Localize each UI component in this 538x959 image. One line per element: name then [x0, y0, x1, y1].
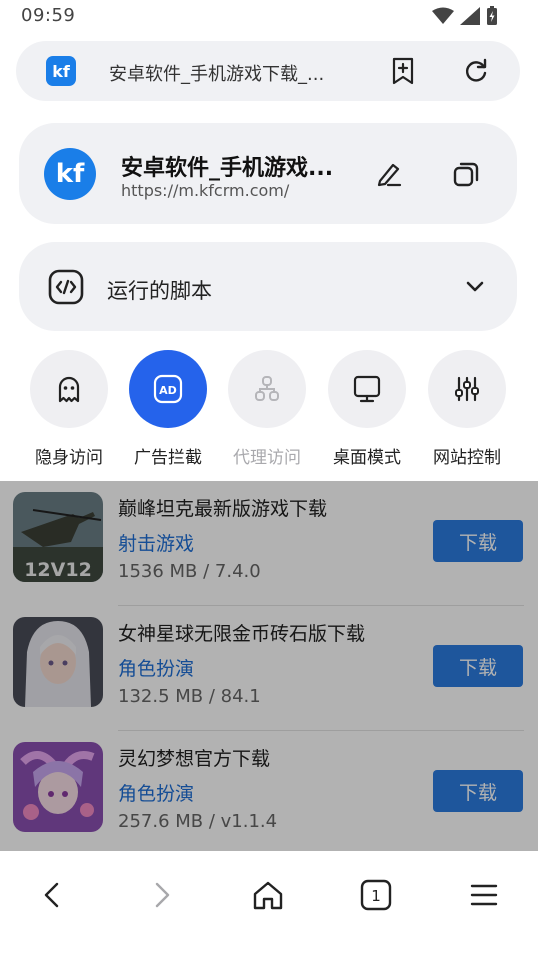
- battery-icon: [487, 6, 497, 25]
- wifi-icon: [432, 7, 454, 24]
- url-text[interactable]: 安卓软件_手机游戏下载_...: [109, 60, 359, 86]
- bottom-nav: 1: [0, 851, 538, 959]
- back-button[interactable]: [33, 875, 73, 915]
- quick-action-label: 网站控制: [433, 448, 501, 468]
- tabs-button[interactable]: 1: [356, 875, 396, 915]
- status-time: 09:59: [21, 5, 76, 26]
- site-logo: kf: [44, 148, 96, 200]
- incognito-button[interactable]: [30, 350, 108, 428]
- desktop-icon: [353, 375, 381, 403]
- site-url: https://m.kfcrm.com/: [121, 181, 290, 200]
- quick-action-label: 隐身访问: [35, 448, 103, 468]
- proxy-icon: [255, 376, 279, 401]
- scripts-label: 运行的脚本: [107, 279, 212, 303]
- site-title: 安卓软件_手机游戏...: [121, 156, 334, 181]
- copy-icon: [453, 162, 479, 187]
- status-icons: [432, 6, 498, 26]
- quick-action-proxy: 代理访问: [217, 350, 317, 468]
- pen-icon: [377, 163, 402, 187]
- quick-action-desktop[interactable]: 桌面模式: [317, 350, 417, 468]
- tabs-icon: 1: [360, 879, 392, 911]
- site-favicon: kf: [46, 56, 76, 86]
- quick-action-label: 广告拦截: [134, 448, 202, 468]
- quick-action-ad-block[interactable]: AD 广告拦截: [118, 350, 218, 468]
- quick-action-incognito[interactable]: 隐身访问: [19, 350, 119, 468]
- site-control-button[interactable]: [428, 350, 506, 428]
- back-icon: [44, 882, 59, 908]
- bookmark-add-icon: [392, 57, 414, 85]
- url-bar[interactable]: kf 安卓软件_手机游戏下载_...: [16, 41, 520, 101]
- copy-url-button[interactable]: [451, 159, 481, 189]
- status-bar: 09:59: [0, 0, 538, 32]
- svg-text:AD: AD: [159, 384, 177, 397]
- forward-button[interactable]: [141, 875, 181, 915]
- quick-action-site-control[interactable]: 网站控制: [417, 350, 517, 468]
- home-button[interactable]: [248, 875, 288, 915]
- quick-actions: 隐身访问 AD 广告拦截 代理访问 桌面模式 网站控制: [0, 350, 538, 470]
- proxy-button: [228, 350, 306, 428]
- web-page-content: 12V12 巅峰坦克最新版游戏下载 射击游戏 1536 MB / 7.4.0 下…: [0, 481, 538, 851]
- running-scripts-card[interactable]: 运行的脚本: [19, 242, 517, 331]
- menu-scrim[interactable]: [0, 481, 538, 851]
- site-info-card: kf 安卓软件_手机游戏... https://m.kfcrm.com/: [19, 123, 517, 224]
- home-icon: [253, 881, 283, 910]
- reload-icon: [465, 58, 487, 82]
- ad-block-icon: AD: [153, 374, 183, 404]
- edit-title-button[interactable]: [374, 159, 404, 189]
- chevron-down-icon[interactable]: [462, 273, 488, 299]
- tab-count: 1: [371, 887, 381, 905]
- quick-action-label: 代理访问: [233, 448, 301, 468]
- forward-icon: [155, 882, 170, 908]
- add-bookmark-button[interactable]: [388, 56, 418, 86]
- sliders-icon: [455, 376, 479, 402]
- reload-button[interactable]: [461, 56, 491, 86]
- signal-icon: [460, 7, 480, 25]
- menu-icon: [470, 884, 498, 906]
- code-icon: [48, 269, 84, 305]
- ad-block-button[interactable]: AD: [129, 350, 207, 428]
- ghost-icon: [58, 376, 80, 403]
- menu-button[interactable]: [464, 875, 504, 915]
- quick-action-label: 桌面模式: [333, 448, 401, 468]
- desktop-mode-button[interactable]: [328, 350, 406, 428]
